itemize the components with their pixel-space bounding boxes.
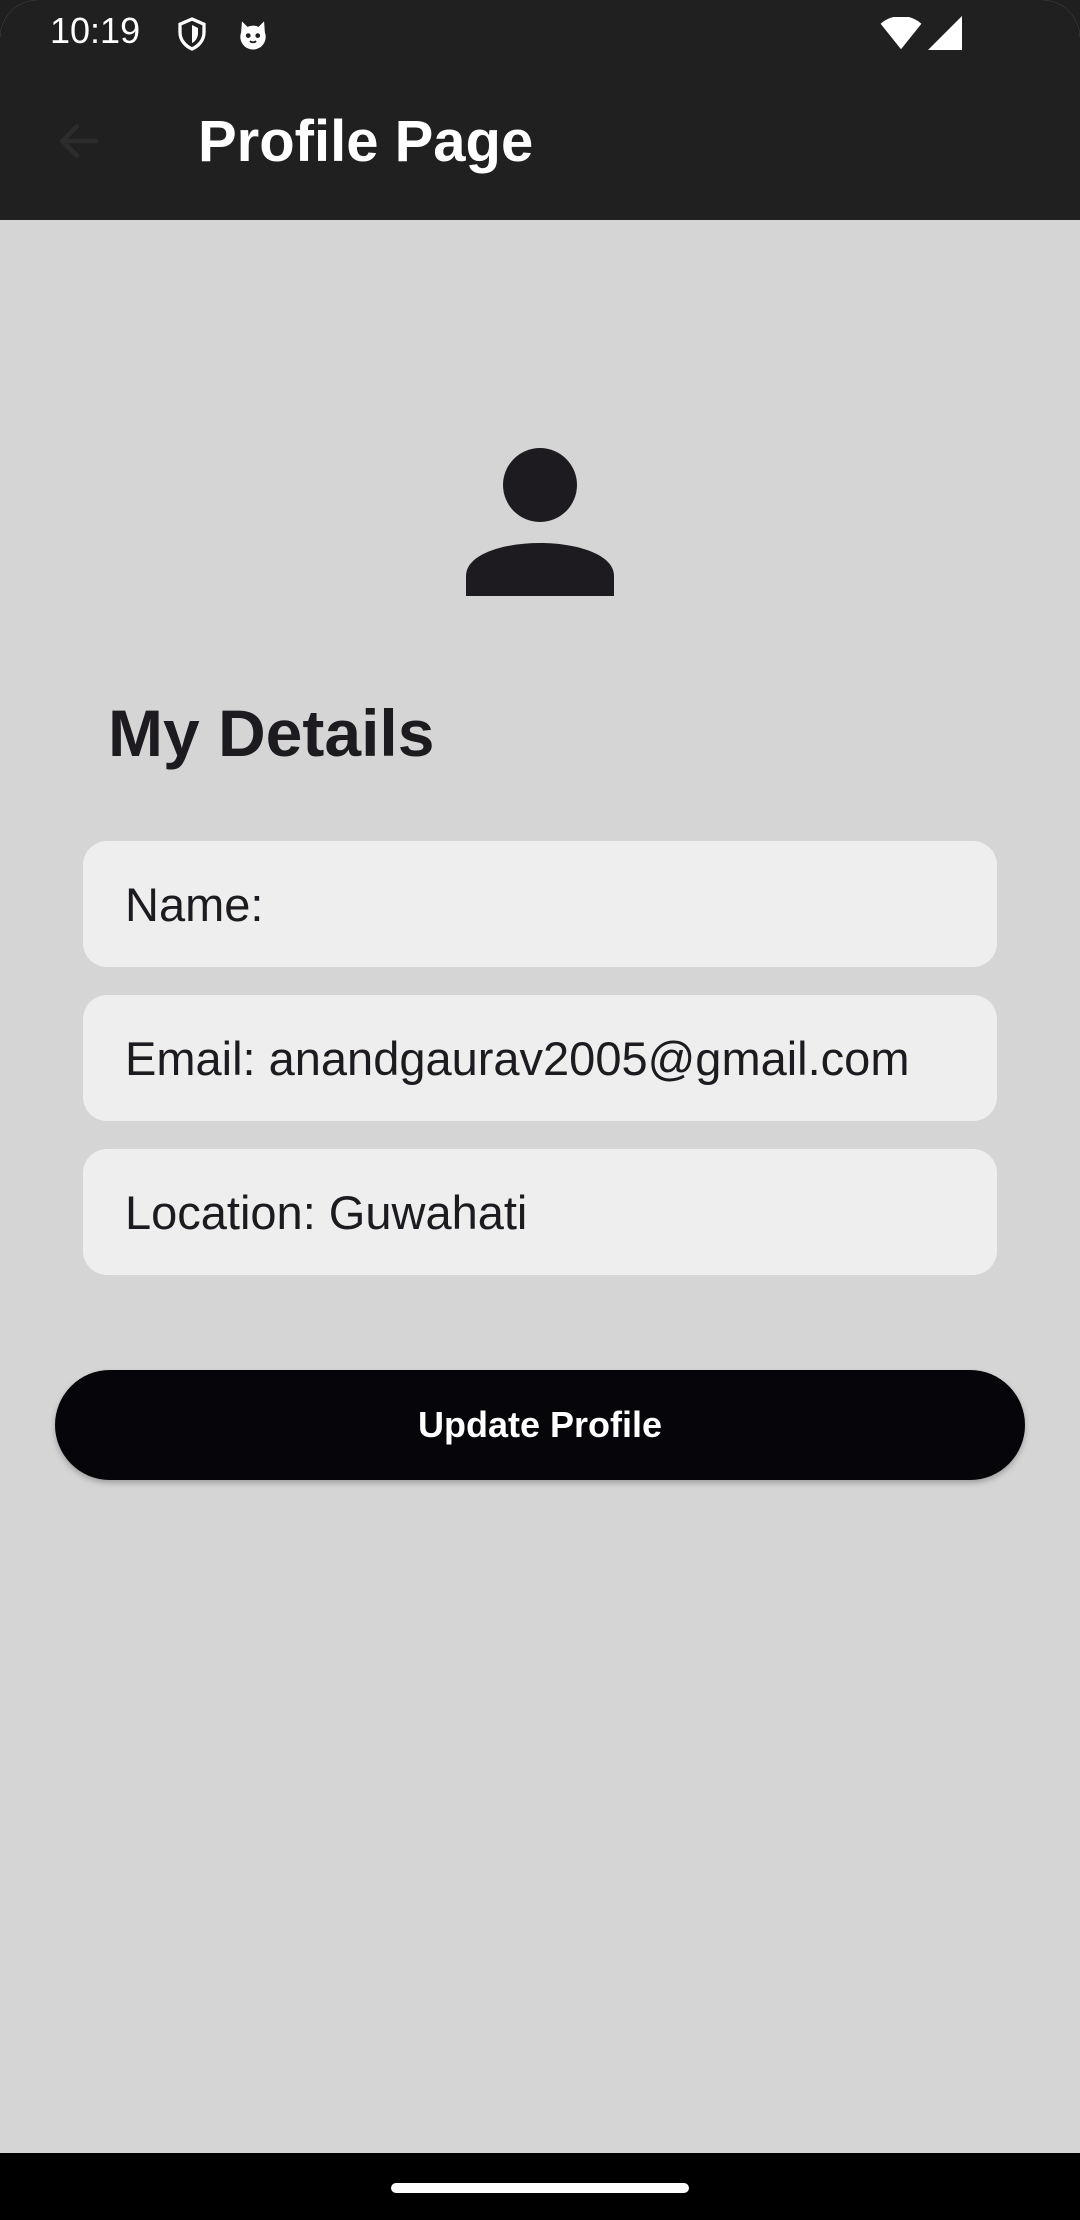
status-time: 10:19 — [50, 10, 141, 51]
profile-content: My Details Name: Email: anandgaurav2005@… — [0, 220, 1080, 2153]
email-field: Email: anandgaurav2005@gmail.com — [83, 995, 997, 1121]
page-title: Profile Page — [198, 109, 534, 174]
signal-icon — [928, 16, 962, 55]
location-field: Location: Guwahati — [83, 1149, 997, 1275]
navigation-bar — [0, 2153, 1080, 2220]
back-button[interactable] — [44, 108, 114, 178]
app-bar: Profile Page — [0, 66, 1080, 220]
arrow-back-icon — [54, 116, 104, 171]
cat-icon — [234, 15, 272, 58]
name-field: Name: — [83, 841, 997, 967]
shield-icon — [174, 16, 210, 57]
update-profile-button[interactable]: Update Profile — [55, 1370, 1025, 1480]
section-title: My Details — [108, 696, 435, 770]
phone-screen: 10:19 Profile Page My Details Name: Emai… — [0, 0, 1080, 2220]
person-icon — [466, 448, 614, 596]
status-bar: 10:19 — [0, 0, 1080, 66]
wifi-icon — [880, 16, 922, 56]
home-indicator[interactable] — [391, 2183, 689, 2193]
